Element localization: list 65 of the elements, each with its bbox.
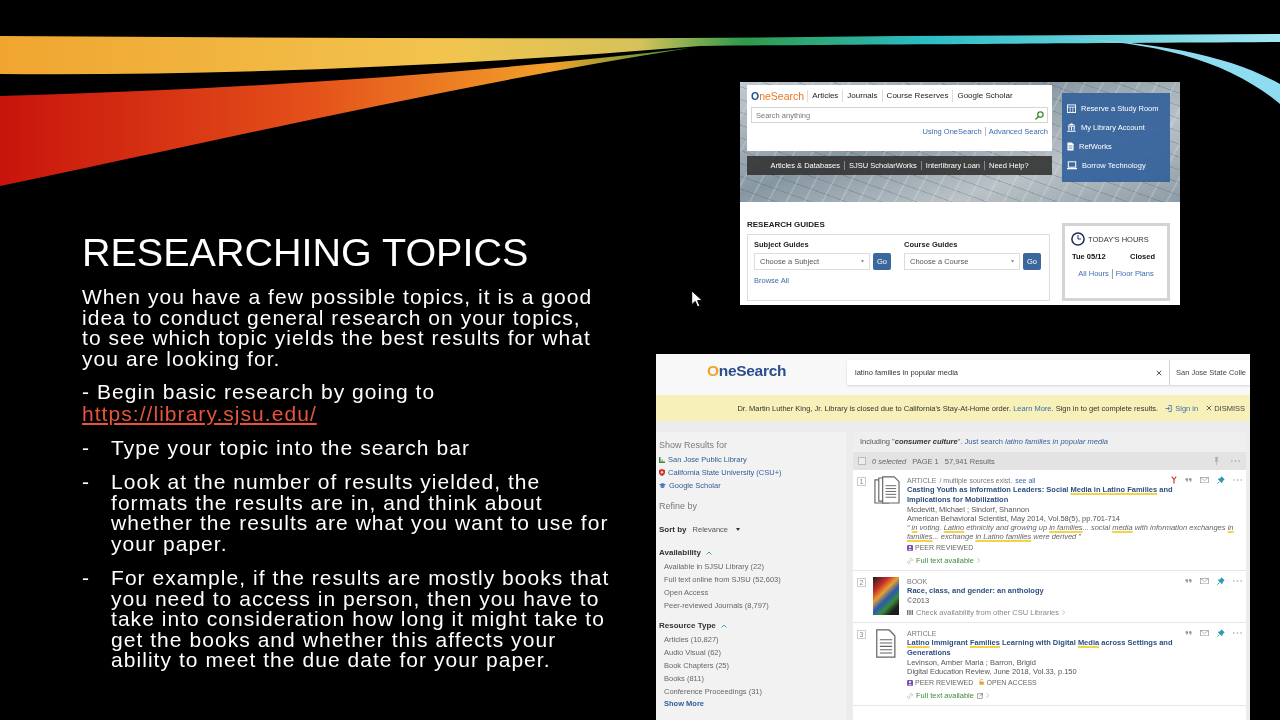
bullet-dash: - [82,568,92,591]
shield-icon [659,469,665,476]
onesearch-logo[interactable]: OneSearch [751,90,805,102]
lead-text: - Begin basic research by going to [82,382,436,403]
bullet-dash: - [82,472,92,495]
laptop-icon [1067,161,1077,170]
quote-icon[interactable] [1185,578,1192,584]
pin-icon[interactable] [1217,629,1225,637]
close-icon [1206,405,1213,411]
quote-icon[interactable] [1185,477,1192,483]
pin-icon[interactable] [1217,577,1225,585]
bullet-dash: - [82,437,92,458]
caret-icon [1011,260,1014,263]
bullet-text: Type your topic into the search bar [111,437,471,458]
pin-icon[interactable] [1214,457,1219,465]
clear-icon[interactable] [1156,369,1162,376]
person-icon [907,679,913,686]
nav-tab[interactable]: Articles [807,90,843,102]
person-icon [907,544,913,551]
sidebar-heading: Show Results for [659,440,728,451]
book-cover-photo [873,577,899,615]
chevron-right-icon [985,693,990,698]
slide-title: RESEARCHING TOPICS [82,231,529,273]
mail-icon[interactable] [1200,629,1209,637]
nav-tab[interactable]: Google Scholar [952,90,1017,102]
chevron-up-icon[interactable] [720,623,727,628]
padlock-icon [979,679,985,686]
calendar-icon [1067,104,1076,113]
chevron-right-icon [1061,610,1066,615]
bullet-text: For example, if the results are mostly books that you need to access in person, then you have to take into consideration how long it might take to get the books and whether this affects your ability to meet the due date for your paper. [111,568,611,671]
facet-heading[interactable]: Resource Type [659,621,716,630]
cursor-icon [691,290,703,308]
external-link-icon [976,692,983,699]
intro-paragraph: When you have a few possible topics, it is a good idea to conduct general research on your topics, to see which topic yields the best results for what you are looking for. [82,287,594,369]
sidebar-heading: Refine by [659,501,698,512]
document-icon [876,629,896,658]
select-all-checkbox[interactable] [858,457,866,465]
document-icon [1067,142,1074,151]
clock-icon [1071,232,1085,246]
library-link[interactable]: https://library.sjsu.edu/ [82,402,317,424]
onesearch-logo[interactable]: OneSearch [707,362,796,380]
chevron-up-icon[interactable] [705,550,712,555]
caret-icon [861,260,864,263]
chevron-right-icon [976,558,981,563]
document-stack-icon [872,476,900,505]
branch-icon[interactable] [1171,476,1177,484]
section-heading: RESEARCH GUIDES [747,219,825,230]
mail-icon[interactable] [1200,577,1209,585]
sign-in-icon [1165,404,1173,412]
mail-icon[interactable] [1200,476,1209,484]
nav-tab[interactable]: Journals [842,90,882,102]
bars-icon [659,456,665,463]
pin-icon[interactable] [1217,476,1225,484]
link-icon [907,557,913,564]
columns-icon [907,610,913,615]
bullet-text: Look at the number of results yielded, the formats the results are in, and think about whether the results are what you want to use for your paper. [111,472,610,554]
quote-icon[interactable] [1185,630,1192,636]
sort-label: Sort by [659,525,687,534]
nav-tab[interactable]: Course Reserves [881,90,953,102]
caret-down-icon [736,528,740,531]
link-icon [907,692,913,699]
graduation-cap-icon [659,482,666,489]
search-icon[interactable] [1035,110,1044,120]
facet-heading[interactable]: Availability [659,548,701,557]
columned-building-icon [1067,123,1076,132]
